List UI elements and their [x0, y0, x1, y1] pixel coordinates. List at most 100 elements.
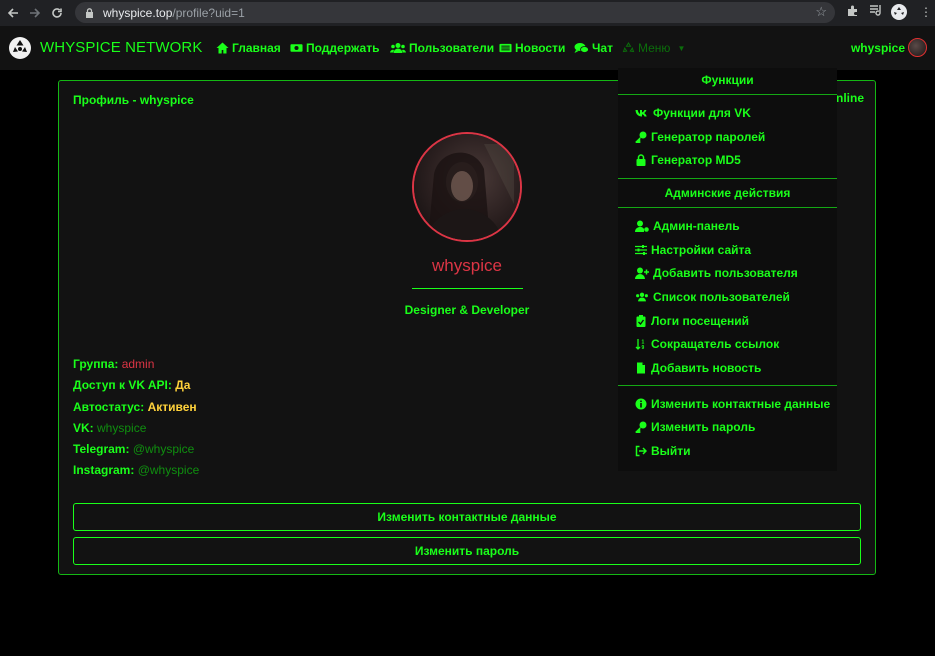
users-icon	[390, 43, 406, 53]
vk-icon	[635, 110, 647, 117]
nav-news-label: Новости	[515, 41, 566, 55]
lock-icon	[636, 154, 646, 166]
arrow-left-icon	[7, 8, 18, 18]
users-icon	[636, 292, 648, 302]
dropdown-divider	[618, 207, 837, 208]
reload-button[interactable]	[46, 2, 68, 24]
dropdown-item-label: Логи посещений	[651, 314, 750, 328]
info-vk-value[interactable]: whyspice	[97, 421, 146, 435]
nav-home-label: Главная	[232, 41, 281, 55]
profile-recycle-icon[interactable]	[891, 4, 907, 20]
arrow-right-icon	[30, 8, 41, 18]
dropdown-item-label: Сокращатель ссылок	[651, 337, 780, 351]
recycle-logo-icon[interactable]	[8, 36, 32, 60]
dropdown-item-admin-panel[interactable]: Админ-панель	[635, 219, 740, 233]
url-host: whyspice.top	[103, 5, 173, 20]
edit-contacts-button[interactable]: Изменить контактные данные	[73, 503, 861, 531]
dropdown-item-label: Генератор паролей	[651, 130, 766, 144]
dropdown-header-admin: Админские действия	[664, 186, 791, 200]
dropdown-item-user-list[interactable]: Список пользователей	[635, 290, 790, 304]
info-telegram-label: Telegram:	[73, 442, 130, 456]
home-icon	[216, 42, 229, 54]
sign-out-icon	[635, 445, 647, 457]
dropdown-item-label: Выйти	[651, 444, 691, 458]
bookmark-star-icon[interactable]: ☆	[815, 4, 827, 20]
dropdown-item-vk-functions[interactable]: Функции для VK	[635, 106, 751, 120]
recycle-icon	[622, 42, 635, 53]
card-title: Профиль - whyspice	[73, 93, 194, 107]
info-autostatus: Автостатус: Активен	[73, 400, 197, 414]
dropdown-item-label: Настройки сайта	[651, 243, 752, 257]
sort-icon: 19	[635, 339, 645, 350]
dropdown-item-add-user[interactable]: Добавить пользователя	[635, 266, 798, 280]
info-vk-label: VK:	[73, 421, 94, 435]
dropdown-item-link-shortener[interactable]: 19 Сокращатель ссылок	[635, 337, 779, 351]
address-bar[interactable]: whyspice.top/profile?uid=1 ☆	[75, 2, 835, 23]
caret-down-icon: ▼	[677, 43, 686, 53]
dropdown-item-label: Функции для VK	[653, 106, 751, 120]
dropdown-item-password-generator[interactable]: Генератор паролей	[635, 130, 765, 144]
avatar	[412, 132, 522, 242]
nav-donate[interactable]: Поддержать	[290, 41, 379, 55]
newspaper-icon	[499, 43, 512, 53]
key-icon	[635, 421, 647, 433]
profile-divider	[412, 288, 523, 289]
nav-donate-label: Поддержать	[306, 41, 380, 55]
back-button[interactable]	[2, 2, 24, 24]
url-text: whyspice.top/profile?uid=1	[103, 6, 245, 20]
comments-icon	[574, 43, 589, 53]
dropdown-item-site-settings[interactable]: Настройки сайта	[635, 243, 751, 257]
dropdown-item-label: Добавить пользователя	[653, 266, 798, 280]
kebab-menu-icon[interactable]: ⋮	[920, 5, 932, 19]
nav-chat[interactable]: Чат	[574, 41, 613, 55]
brand-title[interactable]: WHYSPICE NETWORK	[40, 39, 202, 56]
user-plus-icon	[635, 267, 649, 279]
clipboard-icon	[636, 315, 646, 327]
media-queue-icon[interactable]	[869, 4, 883, 17]
reload-icon	[52, 8, 62, 18]
dropdown-item-change-password[interactable]: Изменить пароль	[635, 420, 755, 434]
file-icon	[637, 362, 645, 374]
nav-news[interactable]: Новости	[499, 41, 565, 55]
dropdown-item-label: Админ-панель	[653, 219, 740, 233]
change-password-button[interactable]: Изменить пароль	[73, 537, 861, 565]
nav-home[interactable]: Главная	[216, 41, 281, 55]
dropdown-header-functions: Функции	[701, 73, 754, 87]
user-cog-icon	[635, 220, 649, 232]
info-vk-api: Доступ к VK API: Да	[73, 378, 190, 392]
extensions-icon[interactable]	[846, 4, 859, 17]
nav-menu-label: Меню	[638, 41, 671, 55]
navbar-username[interactable]: whyspice	[851, 41, 905, 55]
dropdown-divider	[618, 385, 837, 386]
info-vk-api-value: Да	[175, 378, 191, 392]
dropdown-item-logout[interactable]: Выйти	[635, 444, 691, 458]
info-telegram-value[interactable]: @whyspice	[133, 442, 195, 456]
dropdown-divider	[618, 178, 837, 179]
money-icon	[290, 44, 303, 52]
forward-button[interactable]	[24, 2, 46, 24]
info-instagram-value[interactable]: @whyspice	[138, 463, 200, 477]
info-autostatus-label: Автостатус:	[73, 400, 145, 414]
dropdown-item-label: Изменить контактные данные	[651, 397, 831, 411]
info-instagram: Instagram: @whyspice	[73, 463, 199, 477]
nav-menu-dropdown[interactable]: Меню ▼	[622, 41, 685, 55]
info-group: Группа: admin	[73, 357, 154, 371]
info-vk-api-label: Доступ к VK API:	[73, 378, 172, 392]
dropdown-item-edit-contacts[interactable]: Изменить контактные данные	[635, 397, 830, 411]
dropdown-item-add-news[interactable]: Добавить новость	[635, 361, 761, 375]
svg-text:9: 9	[642, 345, 645, 350]
dropdown-item-md5-generator[interactable]: Генератор MD5	[635, 153, 741, 167]
navbar-avatar[interactable]	[908, 38, 927, 57]
info-instagram-label: Instagram:	[73, 463, 135, 477]
nav-users-label: Пользователи	[409, 41, 495, 55]
dropdown-item-label: Генератор MD5	[651, 153, 741, 167]
dropdown-divider	[618, 94, 837, 95]
site-navbar: WHYSPICE NETWORK Главная Поддержать Поль…	[0, 26, 935, 70]
browser-toolbar: whyspice.top/profile?uid=1 ☆ ⋮	[0, 0, 935, 26]
info-vk: VK: whyspice	[73, 421, 146, 435]
nav-users[interactable]: Пользователи	[390, 41, 494, 55]
dropdown-item-visit-logs[interactable]: Логи посещений	[635, 314, 749, 328]
sliders-icon	[635, 245, 647, 255]
dropdown-item-label: Добавить новость	[651, 361, 762, 375]
url-path: /profile?uid=1	[172, 5, 245, 20]
